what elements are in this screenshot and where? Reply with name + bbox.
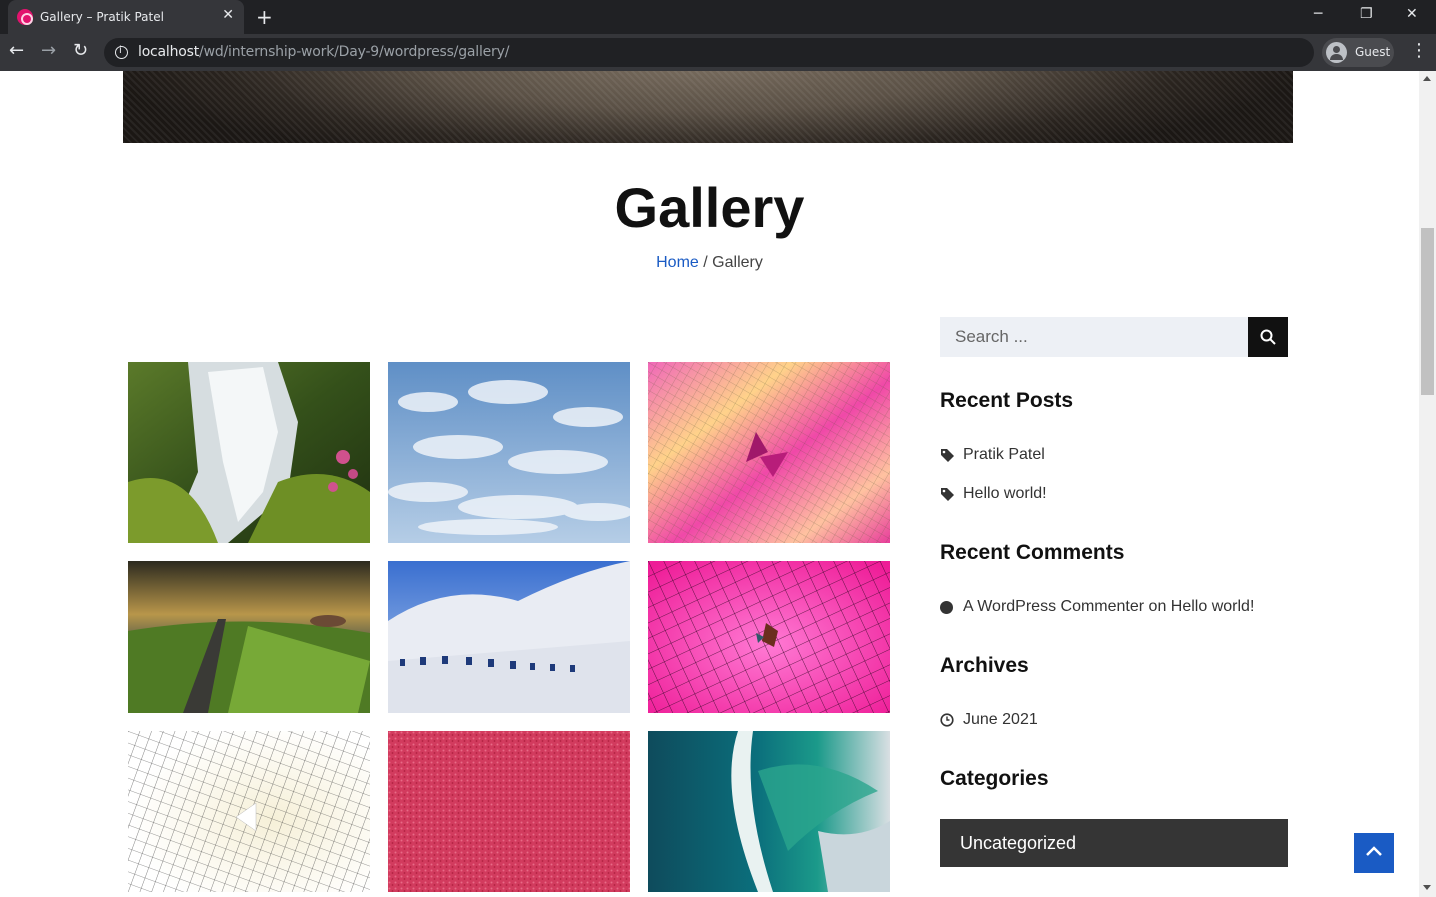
- search-input[interactable]: [940, 317, 1248, 357]
- archive-link[interactable]: June 2021: [963, 711, 1038, 729]
- ocean-wave-image[interactable]: [648, 731, 890, 892]
- restore-icon[interactable]: ❐: [1360, 6, 1373, 22]
- categories-title: Categories: [940, 767, 1049, 790]
- category-item[interactable]: Uncategorized: [940, 819, 1288, 867]
- browser-toolbar: ← → ↻ localhost/wd/internship-work/Day-9…: [0, 34, 1436, 71]
- scrollbar-thumb[interactable]: [1421, 228, 1434, 395]
- reload-icon[interactable]: ↻: [73, 40, 88, 61]
- site-favicon-icon: [17, 9, 33, 25]
- profile-button[interactable]: Guest: [1322, 38, 1394, 67]
- comment-post-link[interactable]: Hello world!: [1171, 598, 1255, 615]
- red-texture-image[interactable]: [388, 731, 630, 892]
- menu-icon[interactable]: ⋮: [1410, 40, 1428, 61]
- tab-close-icon[interactable]: ✕: [222, 7, 234, 23]
- info-icon[interactable]: [115, 45, 128, 59]
- clock-icon: [940, 713, 954, 727]
- browser-tabbar: Gallery – Pratik Patel ✕ + ─ ❐ ✕: [0, 0, 1436, 34]
- close-icon[interactable]: ✕: [1406, 6, 1418, 22]
- page-viewport: Gallery Home / Gallery Search ... Recent…: [0, 71, 1419, 897]
- sky-clouds-image[interactable]: [388, 362, 630, 543]
- breadcrumb-home-link[interactable]: Home: [656, 254, 699, 271]
- road-landscape-image[interactable]: [128, 561, 370, 713]
- search-box: [940, 317, 1248, 357]
- recent-comments-title: Recent Comments: [940, 541, 1125, 564]
- page-scrollbar[interactable]: [1419, 71, 1436, 897]
- back-to-top-button[interactable]: [1354, 833, 1394, 873]
- forward-icon[interactable]: →: [41, 40, 56, 61]
- grid-pattern-image[interactable]: [128, 731, 370, 892]
- recent-posts-title: Recent Posts: [940, 389, 1074, 412]
- search-icon: [1260, 329, 1276, 345]
- tab-title: Gallery – Pratik Patel: [40, 10, 164, 24]
- comment-author-link[interactable]: A WordPress Commenter: [963, 598, 1144, 615]
- chevron-up-icon: [1366, 846, 1382, 856]
- profile-icon: [1326, 42, 1347, 63]
- white-building-image[interactable]: [388, 561, 630, 713]
- breadcrumb-separator: /: [703, 254, 708, 271]
- hero-image: [123, 71, 1293, 143]
- profile-label: Guest: [1355, 45, 1391, 59]
- url-text[interactable]: localhost/wd/internship-work/Day-9/wordp…: [138, 44, 509, 60]
- breadcrumb: Home / Gallery: [0, 254, 1419, 272]
- back-icon[interactable]: ←: [9, 40, 24, 61]
- page-title: Gallery: [614, 176, 805, 239]
- address-bar[interactable]: localhost/wd/internship-work/Day-9/wordp…: [104, 38, 1314, 67]
- new-tab-icon[interactable]: +: [256, 5, 273, 29]
- recent-post-link[interactable]: Hello world!: [963, 485, 1047, 503]
- waterfall-image[interactable]: [128, 362, 370, 543]
- magenta-tiles-image[interactable]: [648, 561, 890, 713]
- recent-post-link[interactable]: Pratik Patel: [963, 446, 1045, 464]
- minimize-icon[interactable]: ─: [1314, 6, 1322, 22]
- pink-pattern-image[interactable]: [648, 362, 890, 543]
- scroll-down-icon[interactable]: [1423, 885, 1431, 890]
- tag-icon: [941, 449, 954, 462]
- comment-bullet-icon: [940, 601, 953, 614]
- browser-tab[interactable]: Gallery – Pratik Patel ✕: [8, 0, 244, 34]
- search-button[interactable]: [1248, 317, 1288, 357]
- tag-icon: [941, 488, 954, 501]
- archives-title: Archives: [940, 654, 1029, 677]
- scroll-up-icon[interactable]: [1423, 76, 1431, 81]
- breadcrumb-current: Gallery: [712, 254, 763, 271]
- category-link[interactable]: Uncategorized: [960, 833, 1076, 854]
